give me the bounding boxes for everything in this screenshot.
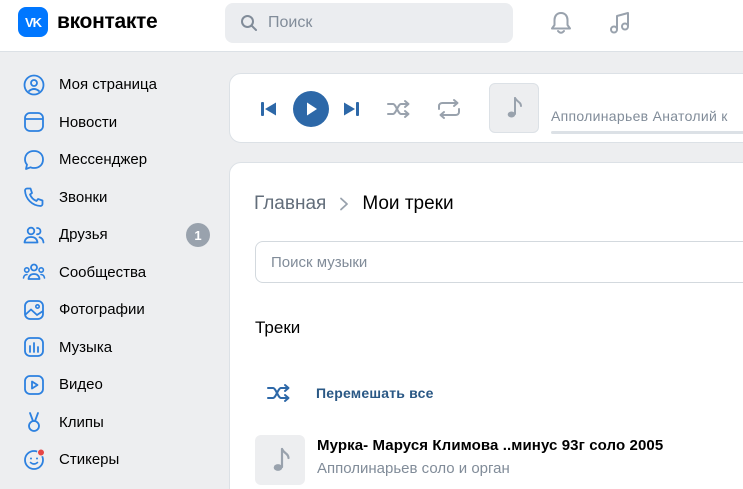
music-note-icon <box>273 447 290 471</box>
top-header: VK вконтакте Поиск <box>0 0 743 52</box>
sidebar-item-calls[interactable]: Звонки <box>0 179 215 217</box>
sidebar-item-video[interactable]: Видео <box>0 366 215 404</box>
track-row[interactable]: Мурка- Маруся Климова ..минус 93г соло 2… <box>255 435 663 485</box>
track-artist[interactable]: Апполинарьев соло и орган <box>317 460 663 477</box>
sidebar-item-label: Мессенджер <box>59 151 148 169</box>
sidebar-item-label: Видео <box>59 376 103 394</box>
sidebar-item-label: Стикеры <box>59 451 120 469</box>
chevron-right-icon <box>340 197 349 211</box>
sidebar-item-my-page[interactable]: Моя страница <box>0 66 215 104</box>
friends-count-badge: 1 <box>186 223 210 247</box>
sidebar-item-clips[interactable]: Клипы <box>0 404 215 442</box>
next-icon[interactable] <box>342 100 360 118</box>
clips-icon <box>28 412 40 433</box>
track-info: Мурка- Маруся Климова ..минус 93г соло 2… <box>317 435 663 485</box>
sidebar-item-label: Звонки <box>59 188 108 206</box>
repeat-icon[interactable] <box>435 96 463 122</box>
music-search-input[interactable]: Поиск музыки <box>255 241 743 283</box>
previous-icon[interactable] <box>260 100 278 118</box>
friends-icon <box>23 226 45 244</box>
search-icon <box>241 15 257 31</box>
search-input[interactable]: Поиск <box>225 3 513 43</box>
video-icon <box>24 374 44 395</box>
music-icon <box>24 337 44 358</box>
photo-icon <box>24 299 44 320</box>
music-note-icon[interactable] <box>606 9 634 37</box>
track-title[interactable]: Мурка- Маруся Климова ..минус 93г соло 2… <box>317 437 663 454</box>
bell-icon[interactable] <box>547 9 575 37</box>
user-circle-icon <box>23 74 45 96</box>
current-track-cover[interactable] <box>489 83 539 133</box>
sidebar-item-label: Сообщества <box>59 263 147 281</box>
vk-logo-icon: VK <box>18 7 48 37</box>
play-button[interactable] <box>293 91 329 127</box>
breadcrumb: Главная Мои треки <box>254 193 454 215</box>
sidebar-item-label: Моя страница <box>59 76 157 94</box>
sidebar-item-photos[interactable]: Фотографии <box>0 291 215 329</box>
sidebar-item-messenger[interactable]: Мессенджер <box>0 141 215 179</box>
communities-icon <box>22 263 46 281</box>
shuffle-icon <box>267 384 290 402</box>
music-search-placeholder: Поиск музыки <box>271 253 368 271</box>
track-progress-bar[interactable] <box>551 131 743 134</box>
sidebar-item-label: Клипы <box>59 413 104 431</box>
left-sidebar: Моя страница Новости Мессенджер Звонки Д… <box>0 66 215 479</box>
shuffle-icon[interactable] <box>386 96 412 122</box>
logo-text: вконтакте <box>57 10 158 33</box>
shuffle-all-label: Перемешать все <box>316 385 434 401</box>
sidebar-item-communities[interactable]: Сообщества <box>0 254 215 292</box>
current-track-title[interactable]: Апполинарьев Анатолий к <box>551 108 728 124</box>
music-note-icon <box>507 97 522 118</box>
vk-logo[interactable]: VK вконтакте <box>18 7 158 37</box>
music-page: Главная Мои треки Поиск музыки Треки Пер… <box>229 162 743 489</box>
sidebar-item-label: Новости <box>59 113 118 131</box>
track-cover[interactable] <box>255 435 305 485</box>
message-icon <box>24 149 44 170</box>
phone-icon <box>24 187 44 208</box>
audio-player: Апполинарьев Анатолий к <box>229 73 743 143</box>
tracks-heading: Треки <box>255 318 301 337</box>
sidebar-item-music[interactable]: Музыка <box>0 329 215 367</box>
breadcrumb-current: Мои треки <box>362 193 454 214</box>
sidebar-item-label: Музыка <box>59 338 113 356</box>
sidebar-item-news[interactable]: Новости <box>0 104 215 142</box>
sidebar-item-stickers[interactable]: Стикеры <box>0 441 215 479</box>
news-icon <box>24 112 44 133</box>
search-placeholder: Поиск <box>268 14 313 31</box>
sidebar-item-label: Друзья <box>59 226 108 244</box>
shuffle-all-button[interactable]: Перемешать все <box>266 382 434 404</box>
sidebar-item-friends[interactable]: Друзья 1 <box>0 216 215 254</box>
breadcrumb-home[interactable]: Главная <box>254 193 326 215</box>
sidebar-item-label: Фотографии <box>59 301 145 319</box>
sticker-icon <box>24 448 45 470</box>
play-icon <box>307 102 317 116</box>
